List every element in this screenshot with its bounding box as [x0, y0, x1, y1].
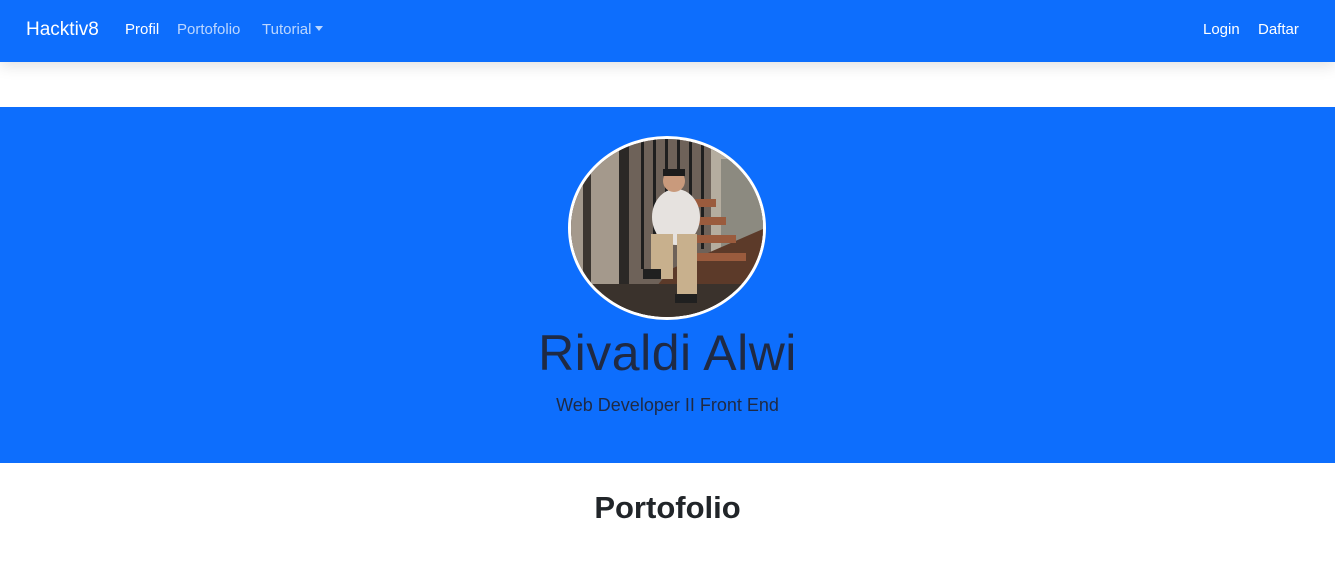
- nav-link-portofolio[interactable]: Portofolio: [177, 21, 240, 38]
- avatar: [568, 136, 766, 320]
- nav-dropdown-tutorial-label: Tutorial: [262, 21, 312, 38]
- brand-link[interactable]: Hacktiv8: [26, 19, 99, 41]
- profile-name: Rivaldi Alwi: [538, 325, 797, 381]
- nav-dropdown-tutorial[interactable]: Tutorial: [262, 21, 324, 38]
- hero-section: Rivaldi Alwi Web Developer II Front End: [0, 107, 1335, 463]
- profile-photo: [571, 139, 763, 317]
- daftar-link[interactable]: Daftar: [1258, 21, 1299, 38]
- navbar: Hacktiv8 Profil Portofolio Tutorial Logi…: [0, 0, 1335, 62]
- nav-link-profil[interactable]: Profil: [125, 21, 159, 38]
- portfolio-section-title: Portofolio: [594, 490, 741, 525]
- login-link[interactable]: Login: [1203, 21, 1240, 38]
- chevron-down-icon: [315, 26, 324, 31]
- profile-role: Web Developer II Front End: [556, 395, 779, 415]
